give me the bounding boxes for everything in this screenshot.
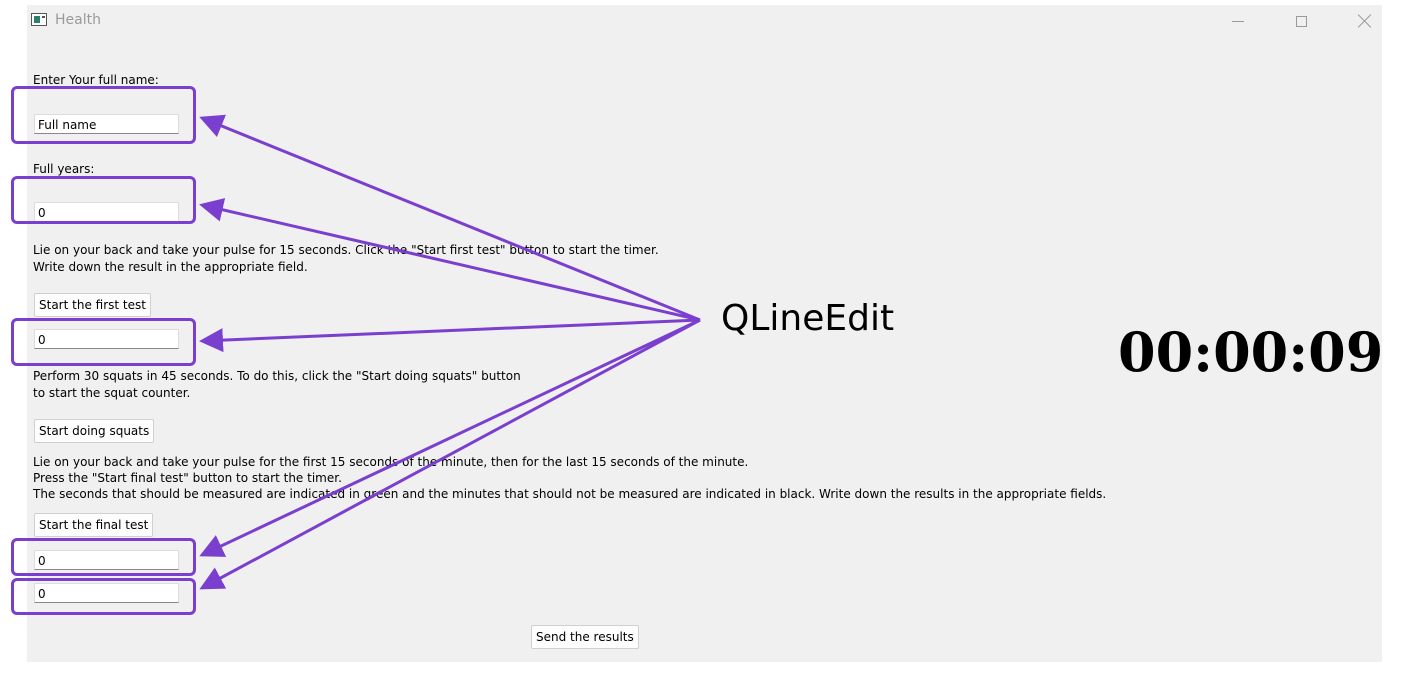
arrow-to-name-field xyxy=(199,114,701,322)
arrow-to-test1-field xyxy=(199,318,701,353)
arrow-to-test3-field xyxy=(199,318,701,590)
annotation-label: QLineEdit xyxy=(721,298,895,339)
arrow-to-years-field xyxy=(199,198,701,322)
arrow-to-test2-field xyxy=(199,318,701,557)
annotation-arrows xyxy=(199,114,701,590)
